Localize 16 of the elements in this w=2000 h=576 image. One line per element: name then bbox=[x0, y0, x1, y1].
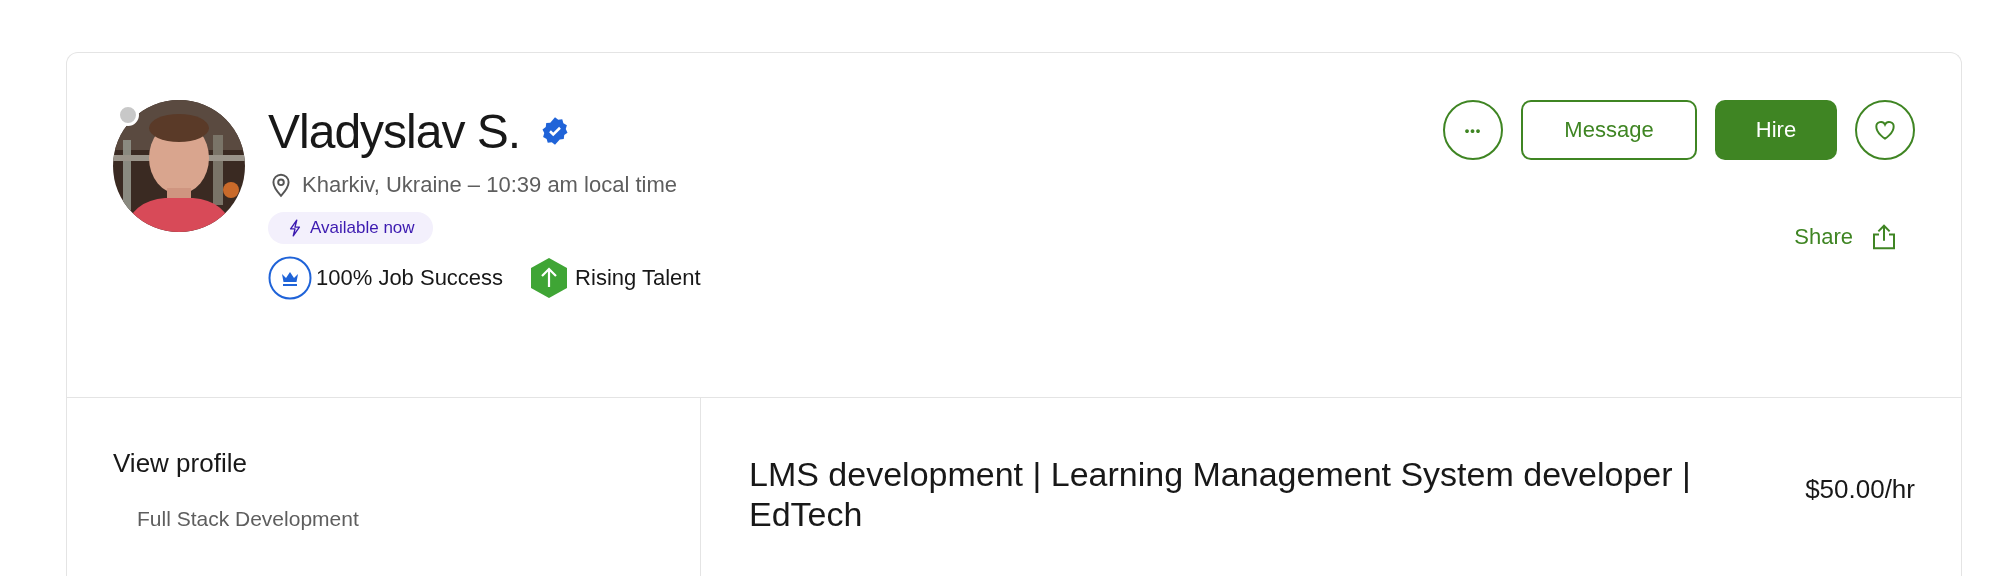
view-profile-heading: View profile bbox=[113, 448, 248, 479]
badge-label: Rising Talent bbox=[575, 265, 701, 291]
profile-title: LMS development | Learning Management System developer | EdTech bbox=[749, 454, 1692, 535]
more-button[interactable]: ••• bbox=[1443, 100, 1503, 160]
location-text: Kharkiv, Ukraine – 10:39 am local time bbox=[302, 172, 677, 198]
specialization-link[interactable]: Full Stack Development bbox=[137, 507, 700, 531]
save-button[interactable] bbox=[1855, 100, 1915, 160]
share-button[interactable]: Share bbox=[1794, 222, 1899, 252]
badge-label: 100% Job Success bbox=[316, 265, 504, 291]
message-button[interactable]: Message bbox=[1521, 100, 1697, 160]
lightning-icon bbox=[288, 219, 302, 237]
freelancer-name: Vladyslav S. bbox=[268, 103, 521, 159]
crown-icon bbox=[268, 256, 312, 300]
availability-text: Available now bbox=[310, 218, 415, 238]
hourly-rate: $50.00/hr bbox=[1805, 474, 1915, 506]
hire-button[interactable]: Hire bbox=[1715, 100, 1837, 160]
